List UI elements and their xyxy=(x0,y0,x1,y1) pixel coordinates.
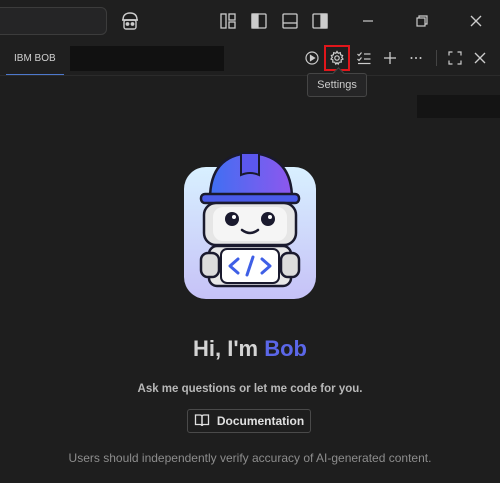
bob-robot-icon[interactable] xyxy=(119,10,141,32)
greeting-subtitle: Ask me questions or let me code for you. xyxy=(137,383,363,395)
redacted-area xyxy=(70,46,224,71)
close-panel-icon[interactable] xyxy=(470,48,490,68)
action-separator xyxy=(436,50,437,66)
ai-disclaimer: Users should independently verify accura… xyxy=(68,451,432,465)
command-center-search[interactable] xyxy=(0,7,107,35)
toggle-secondary-sidebar-icon[interactable] xyxy=(309,10,331,32)
bob-robot-logo xyxy=(183,145,317,305)
toggle-primary-sidebar-icon[interactable] xyxy=(248,10,270,32)
settings-tooltip: Settings xyxy=(307,73,367,97)
title-bar xyxy=(0,0,500,42)
tab-ibm-bob[interactable]: IBM BOB xyxy=(6,42,64,75)
close-icon[interactable] xyxy=(465,10,487,32)
checklist-icon[interactable] xyxy=(354,48,374,68)
documentation-button[interactable]: Documentation xyxy=(187,409,311,433)
book-icon xyxy=(194,413,210,430)
customize-layout-icon[interactable] xyxy=(217,10,239,32)
restore-icon[interactable] xyxy=(411,10,433,32)
greeting-prefix: Hi, I'm xyxy=(192,336,265,361)
redacted-area xyxy=(417,95,500,118)
fullscreen-icon[interactable] xyxy=(445,48,465,68)
more-icon[interactable] xyxy=(406,48,426,68)
greeting-heading: Hi, I'm Bob xyxy=(0,336,500,362)
toggle-panel-icon[interactable] xyxy=(279,10,301,32)
settings-icon[interactable] xyxy=(324,45,350,71)
greeting-name: Bob xyxy=(264,336,307,361)
run-icon[interactable] xyxy=(302,48,322,68)
plus-icon[interactable] xyxy=(380,48,400,68)
documentation-label: Documentation xyxy=(216,414,305,428)
minimize-icon[interactable] xyxy=(357,10,379,32)
